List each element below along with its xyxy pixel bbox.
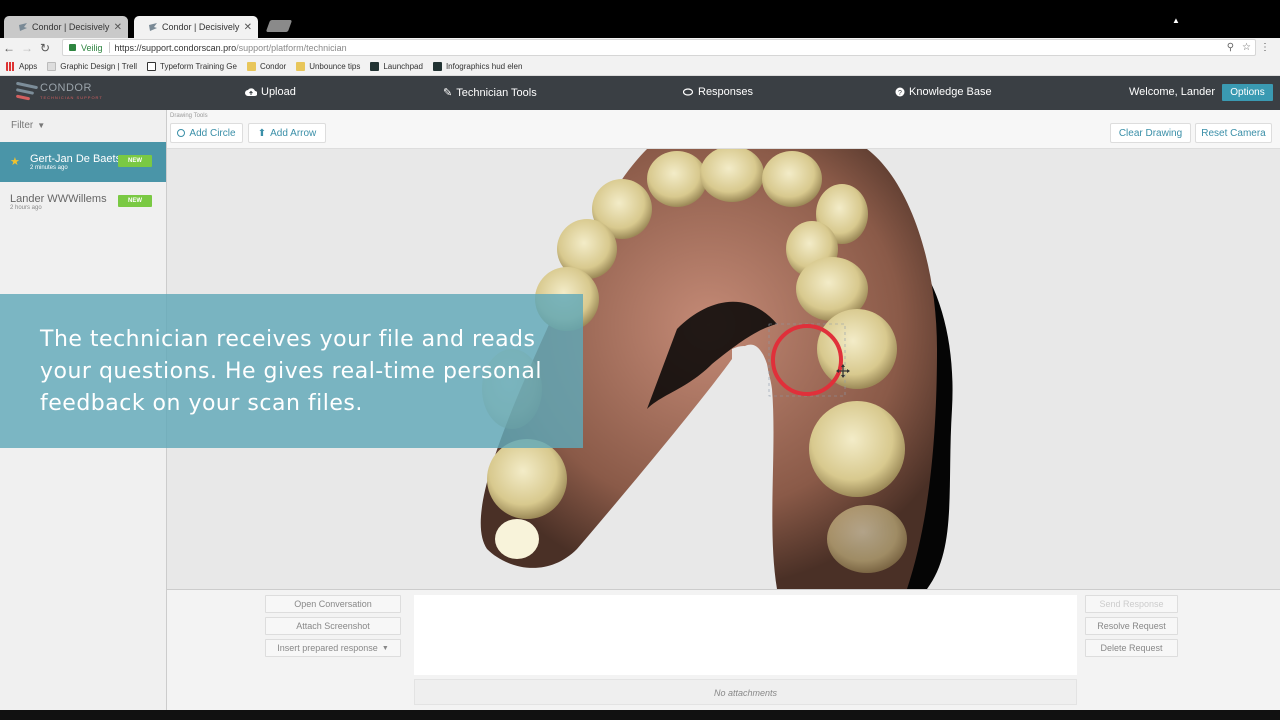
bookmark-typeform[interactable]: Typeform Training Ge bbox=[147, 62, 237, 71]
bookmark-star-icon[interactable]: ☆ bbox=[1242, 42, 1251, 53]
circle-icon bbox=[177, 129, 186, 137]
response-panel: Open Conversation Attach Screenshot Inse… bbox=[167, 589, 1280, 710]
new-badge: NEW bbox=[118, 155, 152, 167]
delete-request-button[interactable]: Delete Request bbox=[1085, 639, 1178, 657]
doc-icon bbox=[47, 62, 57, 71]
bookmark-infographics[interactable]: Infographics hud elen bbox=[432, 62, 522, 71]
attachments-area: No attachments bbox=[414, 679, 1077, 705]
pencil-icon: ✎ bbox=[443, 87, 453, 99]
bookmark-condor[interactable]: Condor bbox=[246, 62, 286, 71]
caption-text: The technician receives your file and re… bbox=[40, 327, 542, 416]
question-circle-icon: ? bbox=[895, 87, 905, 97]
condor-favicon-icon bbox=[19, 23, 27, 31]
ticket-time: 2 hours ago bbox=[10, 205, 42, 211]
profile-icon[interactable]: ▲ bbox=[1172, 16, 1180, 25]
secure-label: Veilig bbox=[81, 42, 103, 53]
chevron-down-icon: ▼ bbox=[37, 121, 46, 130]
lock-icon bbox=[69, 44, 76, 51]
ticket-name: Lander WWWillems bbox=[10, 193, 107, 205]
welcome-text: Welcome, Lander bbox=[1129, 86, 1216, 98]
clear-drawing-button[interactable]: Clear Drawing bbox=[1110, 123, 1191, 143]
url-host: https://support.condorscan.pro bbox=[114, 42, 237, 53]
nav-technician-tools[interactable]: ✎ Technician Tools bbox=[443, 86, 537, 100]
address-bar: ← → ↻ Veilig https://support.condorscan.… bbox=[0, 38, 1280, 58]
response-textarea[interactable] bbox=[414, 595, 1077, 675]
condor-logo[interactable]: CONDOR TECHNICIAN SUPPORT bbox=[15, 80, 103, 106]
nav-responses[interactable]: Responses bbox=[683, 86, 753, 98]
comments-icon bbox=[683, 87, 694, 96]
reset-camera-button[interactable]: Reset Camera bbox=[1195, 123, 1272, 143]
open-conversation-button[interactable]: Open Conversation bbox=[265, 595, 401, 613]
apps-icon bbox=[6, 62, 15, 71]
reload-icon[interactable]: ↻ bbox=[36, 41, 54, 55]
bookmark-launchpad[interactable]: Launchpad bbox=[370, 62, 423, 71]
resolve-request-button[interactable]: Resolve Request bbox=[1085, 617, 1178, 635]
back-icon[interactable]: ← bbox=[0, 41, 18, 55]
add-arrow-button[interactable]: ⬆ Add Arrow bbox=[248, 123, 326, 143]
bookmark-unbounce[interactable]: Unbounce tips bbox=[296, 62, 360, 71]
folder-icon bbox=[296, 62, 306, 71]
logo-tagline: TECHNICIAN SUPPORT bbox=[40, 95, 103, 100]
chevron-down-icon: ▼ bbox=[381, 644, 389, 652]
ticket-time: 2 minutes ago bbox=[30, 165, 68, 171]
add-circle-button[interactable]: Add Circle bbox=[170, 123, 243, 143]
svg-text:?: ? bbox=[898, 90, 902, 97]
url-input[interactable]: Veilig https://support.condorscan.pro /s… bbox=[62, 39, 1256, 56]
close-tab-icon[interactable]: ✕ bbox=[114, 22, 122, 33]
browser-tab[interactable]: Condor | Decisively Diffe ✕ bbox=[4, 16, 128, 38]
bookmark-apps[interactable]: Apps bbox=[6, 62, 37, 71]
insert-prepared-response-dropdown[interactable]: Insert prepared response ▼ bbox=[265, 639, 401, 657]
condor-favicon-icon bbox=[149, 23, 157, 31]
folder-icon bbox=[246, 62, 256, 71]
nav-upload[interactable]: Upload bbox=[245, 86, 296, 98]
forward-icon[interactable]: → bbox=[18, 41, 36, 55]
ticket-item[interactable]: Lander WWWillems 2 hours ago NEW bbox=[0, 182, 166, 222]
drawing-tools-label: Drawing Tools bbox=[170, 113, 208, 119]
star-icon[interactable]: ★ bbox=[10, 155, 20, 168]
tab-title: Condor | Decisively Diffe bbox=[32, 22, 110, 32]
arrow-up-icon: ⬆ bbox=[257, 127, 267, 139]
bookmarks-bar: Apps Graphic Design | Trell Typeform Tra… bbox=[0, 58, 1280, 76]
nav-knowledge-base[interactable]: ? Knowledge Base bbox=[895, 86, 992, 98]
pin-icon[interactable]: ⚲ bbox=[1227, 42, 1234, 53]
new-badge: NEW bbox=[118, 195, 152, 207]
infographics-icon bbox=[432, 62, 442, 71]
ticket-name: Gert-Jan De Baets bbox=[30, 153, 122, 165]
options-button[interactable]: Options bbox=[1222, 84, 1273, 101]
app-header: CONDOR TECHNICIAN SUPPORT Upload ✎ Techn… bbox=[0, 76, 1280, 110]
send-response-button[interactable]: Send Response bbox=[1085, 595, 1178, 613]
close-tab-icon[interactable]: ✕ bbox=[244, 22, 252, 33]
window-bottom-edge bbox=[0, 710, 1280, 720]
browser-tab-bar: Condor | Decisively Diffe ✕ Condor | Dec… bbox=[0, 0, 1280, 38]
typeform-icon bbox=[147, 62, 157, 71]
ticket-item[interactable]: ★ Gert-Jan De Baets 2 minutes ago NEW bbox=[0, 142, 166, 182]
launchpad-icon bbox=[370, 62, 380, 71]
browser-tab-active[interactable]: Condor | Decisively Diffe ✕ bbox=[134, 16, 258, 38]
tab-title: Condor | Decisively Diffe bbox=[162, 22, 240, 32]
condor-wing-icon bbox=[15, 80, 39, 106]
url-path: /support/platform/technician bbox=[236, 42, 347, 53]
bookmark-graphic-design[interactable]: Graphic Design | Trell bbox=[47, 62, 137, 71]
filter-dropdown[interactable]: Filter ▼ bbox=[11, 120, 45, 131]
attach-screenshot-button[interactable]: Attach Screenshot bbox=[265, 617, 401, 635]
cloud-upload-icon bbox=[245, 87, 257, 96]
caption-overlay: The technician receives your file and re… bbox=[0, 294, 583, 448]
drawing-toolbar: Drawing Tools Add Circle ⬆ Add Arrow Cle… bbox=[167, 110, 1280, 149]
browser-menu-icon[interactable]: ⋮ bbox=[1260, 42, 1270, 53]
new-tab-button[interactable] bbox=[265, 20, 293, 32]
